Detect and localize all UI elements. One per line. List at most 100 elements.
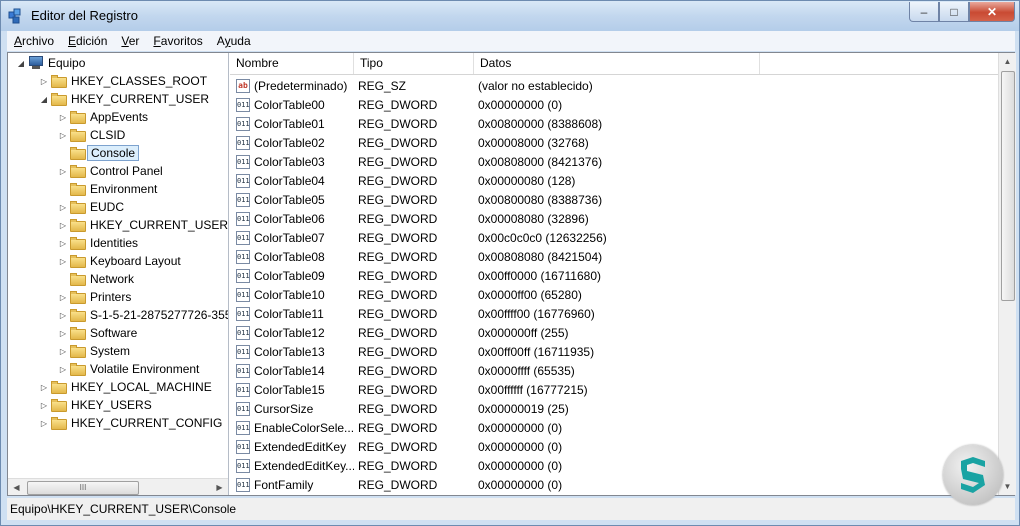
scroll-right-arrow-icon[interactable]: ▶ [211,479,228,495]
tree-item-equipo[interactable]: ◢ Equipo [16,54,85,72]
value-row[interactable]: 011 EnableColorSele... REG_DWORD 0x00000000… [230,419,998,438]
value-row[interactable]: 011 ColorTable07 REG_DWORD 0x00c0c0c0 (1263… [230,229,998,248]
thumb-grip: III [79,483,87,492]
folder-icon [70,272,86,286]
menu-ayuda[interactable]: Ayuda [210,34,258,48]
scroll-up-arrow-icon[interactable]: ▲ [999,53,1016,70]
expand-arrow-icon[interactable]: ▷ [39,401,49,410]
value-data: 0x0000ffff (65535) [478,364,575,378]
tree-item[interactable]: ▷ EUDC [58,198,124,216]
tree-item[interactable]: ◢ HKEY_CURRENT_USER [39,90,209,108]
column-header-type[interactable]: Tipo [354,53,474,74]
binary-value-icon: 011 [236,421,250,435]
value-type: REG_DWORD [358,421,438,435]
value-row[interactable]: 011 ColorTable04 REG_DWORD 0x00000080 (128) [230,172,998,191]
scrollbar-thumb[interactable] [1001,71,1015,301]
expand-arrow-icon[interactable]: ▷ [58,311,68,320]
binary-value-icon: 011 [236,250,250,264]
horizontal-scrollbar[interactable]: ◀ III ▶ [8,478,228,495]
expand-arrow-icon[interactable]: ▷ [58,113,68,122]
tree-item-label: HKEY_CLASSES_ROOT [71,74,208,88]
value-row[interactable]: 011 ColorTable01 REG_DWORD 0x00800000 (8388… [230,115,998,134]
tree-item[interactable]: Network [58,270,134,288]
tree-item[interactable]: ▷ HKEY_CURRENT_USER [58,216,228,234]
tree-item[interactable]: ▷ HKEY_LOCAL_MACHINE [39,378,212,396]
maximize-button[interactable]: □ [939,2,969,22]
menu-edicion[interactable]: Edición [61,34,114,48]
expand-arrow-icon[interactable]: ▷ [39,419,49,428]
expand-arrow-icon[interactable]: ▷ [58,293,68,302]
menu-favoritos[interactable]: Favoritos [146,34,209,48]
value-row[interactable]: ab (Predeterminado) REG_SZ (valor no establ… [230,77,998,96]
tree-item[interactable]: ▷ Printers [58,288,131,306]
tree-item[interactable]: ▷ S-1-5-21-2875277726-355 [58,306,229,324]
column-header-data[interactable]: Datos [474,53,760,74]
value-row[interactable]: 011 ColorTable14 REG_DWORD 0x0000ffff (6553… [230,362,998,381]
title-bar[interactable]: Editor del Registro – □ ✕ [1,1,1019,31]
minimize-button[interactable]: – [909,2,939,22]
expand-arrow-icon[interactable]: ▷ [58,131,68,140]
value-row[interactable]: 011 FontFamily REG_DWORD 0x00000000 (0) [230,476,998,495]
value-row[interactable]: 011 ColorTable09 REG_DWORD 0x00ff0000 (1671… [230,267,998,286]
menu-archivo[interactable]: Archivo [7,34,61,48]
value-row[interactable]: 011 ColorTable13 REG_DWORD 0x00ff00ff (1671… [230,343,998,362]
folder-icon [70,218,86,232]
value-row[interactable]: 011 ColorTable11 REG_DWORD 0x00ffff00 (1677… [230,305,998,324]
expand-arrow-icon[interactable]: ▷ [39,77,49,86]
value-data: 0x00000000 (0) [478,478,563,492]
value-row[interactable]: 011 ExtendedEditKey... REG_DWORD 0x00000000… [230,457,998,476]
tree-item[interactable]: ▷ Identities [58,234,138,252]
value-row[interactable]: 011 ExtendedEditKey REG_DWORD 0x00000000 (0… [230,438,998,457]
value-data: 0x00ffffff (16777215) [478,383,588,397]
tree-item[interactable]: ▷ Control Panel [58,162,163,180]
expand-arrow-icon[interactable]: ▷ [58,257,68,266]
scroll-left-arrow-icon[interactable]: ◀ [8,479,25,495]
value-row[interactable]: 011 ColorTable10 REG_DWORD 0x0000ff00 (6528… [230,286,998,305]
vertical-scrollbar[interactable]: ▲ ▼ [998,53,1016,495]
column-header-name[interactable]: Nombre [230,53,354,74]
expand-arrow-icon[interactable]: ▷ [58,203,68,212]
expand-arrow-icon[interactable]: ▷ [58,167,68,176]
value-row[interactable]: 011 ColorTable08 REG_DWORD 0x00808080 (8421… [230,248,998,267]
tree-item-label: HKEY_USERS [71,398,152,412]
collapse-arrow-icon[interactable]: ◢ [39,95,49,104]
value-row[interactable]: 011 ColorTable05 REG_DWORD 0x00800080 (8388… [230,191,998,210]
value-row[interactable]: 011 CursorSize REG_DWORD 0x00000019 (25) [230,400,998,419]
tree-item[interactable]: ▷ HKEY_CURRENT_CONFIG [39,414,222,432]
list-header: Nombre Tipo Datos [230,53,998,75]
tree-item[interactable]: Console [58,144,140,162]
tree-item[interactable]: ▷ HKEY_USERS [39,396,152,414]
tree-item[interactable]: ▷ AppEvents [58,108,148,126]
value-row[interactable]: 011 ColorTable03 REG_DWORD 0x00808000 (8421… [230,153,998,172]
menu-ver[interactable]: Ver [114,34,146,48]
value-name: ColorTable10 [254,288,325,302]
collapse-arrow-icon[interactable]: ◢ [16,59,26,68]
expand-arrow-icon[interactable]: ▷ [58,329,68,338]
value-data: 0x00800080 (8388736) [478,193,603,207]
folder-icon [70,182,86,196]
value-row[interactable]: 011 ColorTable02 REG_DWORD 0x00008000 (3276… [230,134,998,153]
expand-arrow-icon[interactable]: ▷ [58,221,68,230]
value-row[interactable]: 011 ColorTable00 REG_DWORD 0x00000000 (0) [230,96,998,115]
tree-item[interactable]: ▷ HKEY_CLASSES_ROOT [39,72,207,90]
value-row[interactable]: 011 ColorTable15 REG_DWORD 0x00ffffff (1677… [230,381,998,400]
expand-arrow-icon[interactable]: ▷ [58,365,68,374]
close-button[interactable]: ✕ [969,2,1015,22]
binary-value-icon: 011 [236,364,250,378]
value-row[interactable]: 011 ColorTable12 REG_DWORD 0x000000ff (255) [230,324,998,343]
tree-item[interactable]: ▷ Keyboard Layout [58,252,181,270]
folder-icon [70,326,86,340]
tree-item[interactable]: Environment [58,180,157,198]
tree-item[interactable]: ▷ CLSID [58,126,125,144]
tree-item[interactable]: ▷ System [58,342,130,360]
tree-item-label: S-1-5-21-2875277726-355 [90,308,229,322]
tree-item[interactable]: ▷ Software [58,324,137,342]
expand-arrow-icon[interactable]: ▷ [58,239,68,248]
value-row[interactable]: 011 ColorTable06 REG_DWORD 0x00008080 (3289… [230,210,998,229]
tree-item[interactable]: ▷ Volatile Environment [58,360,199,378]
expand-arrow-icon[interactable]: ▷ [39,383,49,392]
folder-icon [70,200,86,214]
expand-arrow-icon[interactable]: ▷ [58,347,68,356]
folder-icon [51,398,67,412]
scrollbar-thumb[interactable]: III [27,481,139,495]
